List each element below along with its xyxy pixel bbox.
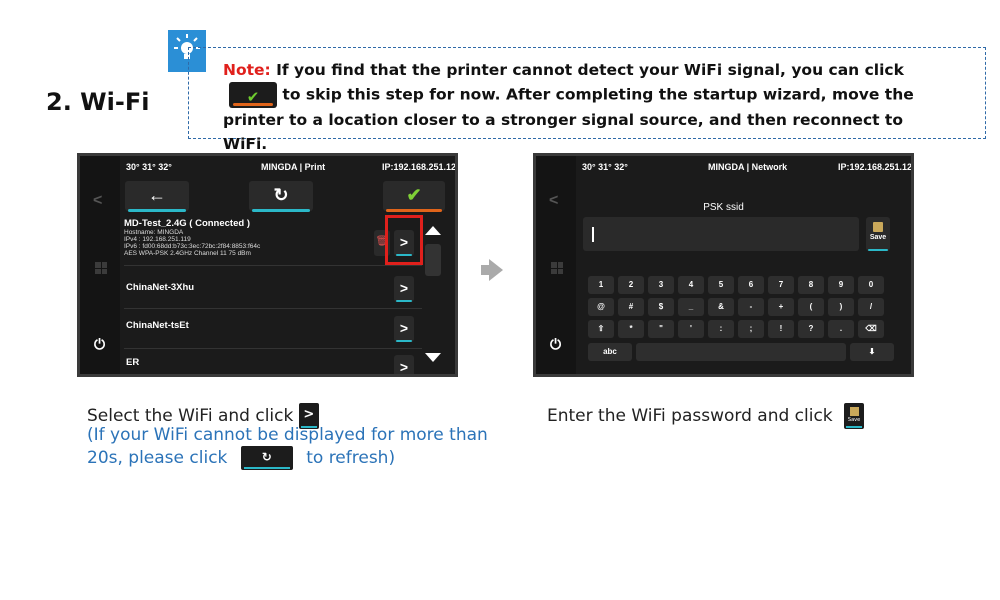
keyboard-key[interactable]: @ [588,298,614,316]
save-icon: Save [844,403,865,429]
highlight-box [385,215,423,265]
keyboard-key[interactable]: ? [798,320,824,338]
keyboard-row: ⇧ * " ':;!?. ⌫ [588,320,884,338]
save-button[interactable]: Save [866,217,890,251]
abc-key[interactable]: abc [588,343,632,361]
keyboard-row: abc ⬇ [588,343,894,361]
wifi-name[interactable]: ChinaNet-tsEt [126,320,189,331]
power-icon[interactable]: ⏻ [94,336,105,353]
note-text-before: If you find that the printer cannot dete… [270,61,904,79]
keyboard-key[interactable]: ; [738,320,764,338]
save-disk-icon [873,222,883,232]
scroll-down-icon[interactable] [425,353,441,362]
divider [124,348,422,349]
keyboard-row: 1234567890 [588,276,884,294]
note-text: Note: If you find that the printer canno… [223,58,943,156]
wifi-connect-button[interactable]: > [394,276,414,302]
keyboard-key[interactable]: 9 [828,276,854,294]
keyboard-key[interactable]: ' [678,320,704,338]
keyboard-key[interactable]: 7 [768,276,794,294]
refresh-button[interactable]: ↻ [249,181,313,212]
divider [124,308,422,309]
keyboard-key[interactable]: + [768,298,794,316]
keyboard-key[interactable]: . [828,320,854,338]
wifi-connect-button[interactable]: > [394,316,414,342]
keyboard-key[interactable]: ⌫ [858,320,884,338]
keyboard-key[interactable]: ! [768,320,794,338]
ip-address: IP:192.168.251.121 [838,162,914,172]
password-input[interactable] [583,217,859,251]
caption-refresh-note: 20s, please click ↻ to refresh) [87,446,396,470]
text-caret [592,227,594,242]
keyboard-key[interactable]: 1 [588,276,614,294]
keyboard-key[interactable]: * [618,320,644,338]
temperature-readout: 30° 31° 32° [126,162,172,172]
keyboard-key[interactable]: 5 [708,276,734,294]
screen-title: MINGDA | Network [708,162,788,172]
keyboard-key[interactable]: 4 [678,276,704,294]
keyboard-key[interactable]: 3 [648,276,674,294]
keyboard-key[interactable]: ( [798,298,824,316]
ip-address: IP:192.168.251.121 [382,162,458,172]
note-label: Note: [223,61,271,79]
keyboard-key[interactable]: ) [828,298,854,316]
keyboard-key[interactable]: $ [648,298,674,316]
keyboard-key[interactable]: - [738,298,764,316]
keyboard-key[interactable]: & [708,298,734,316]
keyboard-key[interactable]: # [618,298,644,316]
chevron-left-icon[interactable]: < [93,192,102,210]
keyboard-key[interactable]: 6 [738,276,764,294]
keyboard-key[interactable]: 0 [858,276,884,294]
screen-title: MINGDA | Print [261,162,326,172]
wifi-name: MD-Test_2.4G ( Connected ) [124,218,250,229]
scroll-up-icon[interactable] [425,226,441,235]
password-screen: < ⏻ 30° 31° 32° MINGDA | Network IP:192.… [533,153,914,377]
space-key[interactable] [636,343,846,361]
keyboard-key[interactable]: ⇧ [588,320,614,338]
wifi-connect-button[interactable]: > [394,355,414,374]
grid-icon[interactable] [95,262,107,274]
wifi-name[interactable]: ChinaNet-3Xhu [126,282,194,293]
caption-refresh-note: (If your WiFi cannot be displayed for mo… [87,425,488,445]
wifi-list-screen: < ⏻ 30° 31° 32° MINGDA | Print IP:192.16… [77,153,458,377]
keyboard-key[interactable]: / [858,298,884,316]
sidebar: < ⏻ [80,156,120,374]
sidebar: < ⏻ [536,156,576,374]
power-icon[interactable]: ⏻ [550,336,561,353]
grid-icon[interactable] [551,262,563,274]
keyboard-key[interactable]: _ [678,298,704,316]
next-step-arrow-icon [489,259,503,281]
note-text-after: to skip this step for now. After complet… [223,85,914,154]
refresh-icon: ↻ [240,446,293,470]
keyboard-key[interactable]: : [708,320,734,338]
keyboard-key[interactable]: 8 [798,276,824,294]
caption-enter-password: Enter the WiFi password and click Save [547,403,865,429]
keyboard-key[interactable]: " [648,320,674,338]
scrollbar-thumb[interactable] [425,244,441,276]
section-title: 2. Wi-Fi [46,88,150,116]
temperature-readout: 30° 31° 32° [582,162,628,172]
keyboard-key[interactable]: 2 [618,276,644,294]
enter-key[interactable]: ⬇ [850,343,894,361]
wifi-name[interactable]: ER [126,357,139,368]
confirm-check-icon: ✔ [229,82,277,108]
keyboard-row: @ # $ _ & - +() / [588,298,884,316]
psk-title: PSK ssid [703,202,744,213]
back-button[interactable]: ← [125,181,189,212]
divider [124,265,422,266]
confirm-button[interactable]: ✔ [383,181,445,212]
